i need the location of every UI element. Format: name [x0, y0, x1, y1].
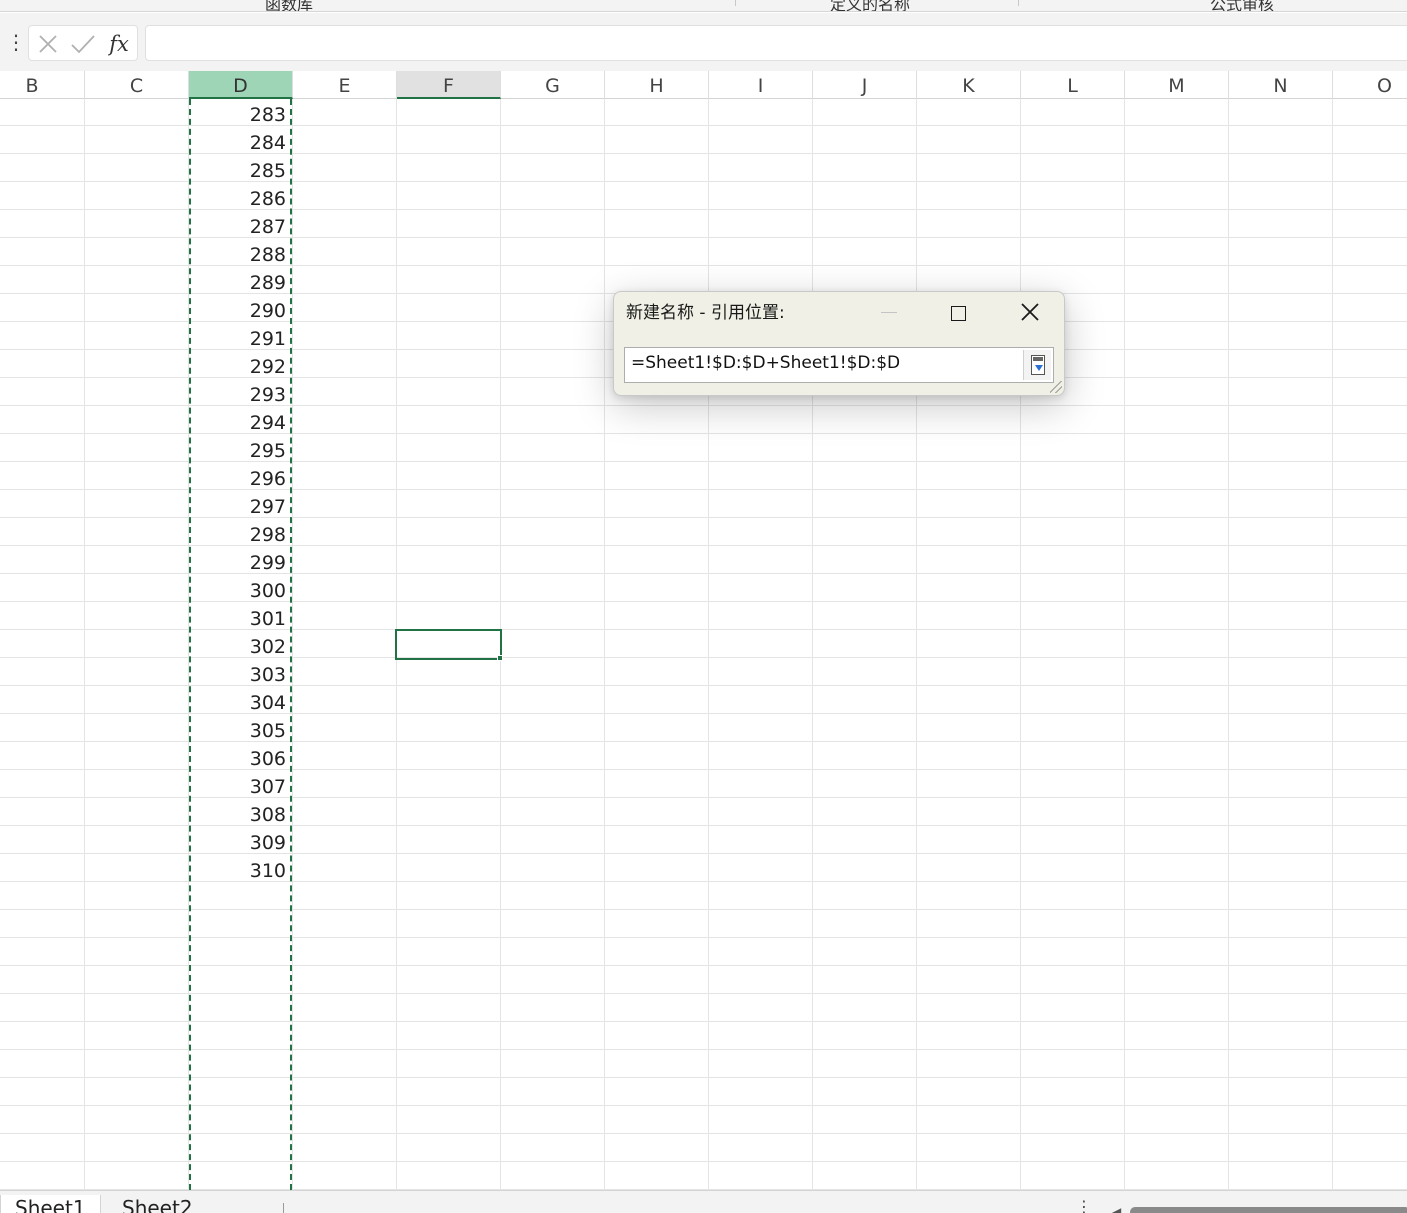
- column-header-h[interactable]: H: [605, 71, 709, 99]
- ribbon-separator: [1018, 0, 1019, 6]
- scroll-left-icon[interactable]: ◀: [1112, 1205, 1121, 1213]
- formula-input[interactable]: [145, 25, 1407, 61]
- column-header-l[interactable]: L: [1021, 71, 1125, 99]
- column-header-m[interactable]: M: [1125, 71, 1229, 99]
- column-header-b[interactable]: B: [0, 71, 85, 99]
- sheet-tab-sheet1[interactable]: Sheet1: [0, 1195, 101, 1213]
- dialog-title: 新建名称 - 引用位置:: [626, 303, 785, 323]
- grid-line: [84, 99, 85, 1190]
- refers-to-input[interactable]: =Sheet1!$D:$D+Sheet1!$D:$D: [624, 347, 1054, 383]
- active-cell-f[interactable]: [395, 629, 502, 660]
- grid-line: [1020, 99, 1021, 1190]
- check-icon[interactable]: [66, 26, 100, 62]
- ribbon-group-defined-names: 定义的名称: [830, 0, 911, 12]
- column-header-f[interactable]: F: [397, 71, 501, 99]
- grid-line: [708, 99, 709, 1190]
- column-header-d[interactable]: D: [189, 71, 293, 99]
- column-header-c[interactable]: C: [85, 71, 189, 99]
- column-header-i[interactable]: I: [709, 71, 813, 99]
- ribbon-group-labels: 函数库 定义的名称 公式审核: [0, 0, 1407, 12]
- grid-line: [292, 99, 293, 1190]
- fill-handle[interactable]: [497, 655, 503, 661]
- formula-bar-buttons: fx: [28, 25, 138, 61]
- sheet-tab-bar: Sheet1 Sheet2 ⋮ ◀: [0, 1190, 1407, 1213]
- cancel-icon[interactable]: [31, 26, 65, 62]
- grid-line: [604, 99, 605, 1190]
- column-header-j[interactable]: J: [813, 71, 917, 99]
- column-header-e[interactable]: E: [293, 71, 397, 99]
- refers-to-value: =Sheet1!$D:$D+Sheet1!$D:$D: [631, 353, 901, 373]
- copy-marquee-column-d: [189, 99, 292, 1190]
- grid-line: [1124, 99, 1125, 1190]
- column-header-o[interactable]: O: [1333, 71, 1407, 99]
- tab-separator: [283, 1203, 284, 1213]
- maximize-icon[interactable]: [951, 306, 966, 321]
- ribbon-group-formula-auditing: 公式审核: [1210, 0, 1275, 12]
- expand-dialog-button[interactable]: [1023, 350, 1051, 380]
- grid-line: [916, 99, 917, 1190]
- sheet-tab-sheet2[interactable]: Sheet2: [108, 1195, 207, 1213]
- formula-bar: ⋮ fx: [0, 13, 1407, 71]
- column-header-n[interactable]: N: [1229, 71, 1333, 99]
- grid-line: [1332, 99, 1333, 1190]
- new-name-refers-to-dialog: 新建名称 - 引用位置: =Sheet1!$D:$D+Sheet1!$D:$D: [613, 291, 1065, 396]
- cell-grid[interactable]: 283 284 285 286 287 288 289 290 291 292 …: [0, 99, 1407, 1190]
- minimize-icon[interactable]: [881, 312, 897, 313]
- close-icon[interactable]: [1018, 298, 1042, 326]
- more-options-icon[interactable]: ⋮: [6, 30, 26, 54]
- grid-line: [812, 99, 813, 1190]
- resize-grip-icon[interactable]: [1050, 381, 1062, 393]
- insert-function-button[interactable]: fx: [102, 26, 136, 62]
- ribbon-separator: [735, 0, 736, 6]
- more-tabs-icon[interactable]: ⋮: [1076, 1197, 1092, 1213]
- ribbon-group-function-library: 函数库: [265, 0, 314, 12]
- column-header-g[interactable]: G: [501, 71, 605, 99]
- column-header-k[interactable]: K: [917, 71, 1021, 99]
- horizontal-scrollbar[interactable]: [1130, 1207, 1407, 1213]
- collapse-dialog-icon: [1031, 355, 1045, 375]
- column-headers: B C D E F G H I J K L M N O: [0, 71, 1407, 99]
- grid-line: [1228, 99, 1229, 1190]
